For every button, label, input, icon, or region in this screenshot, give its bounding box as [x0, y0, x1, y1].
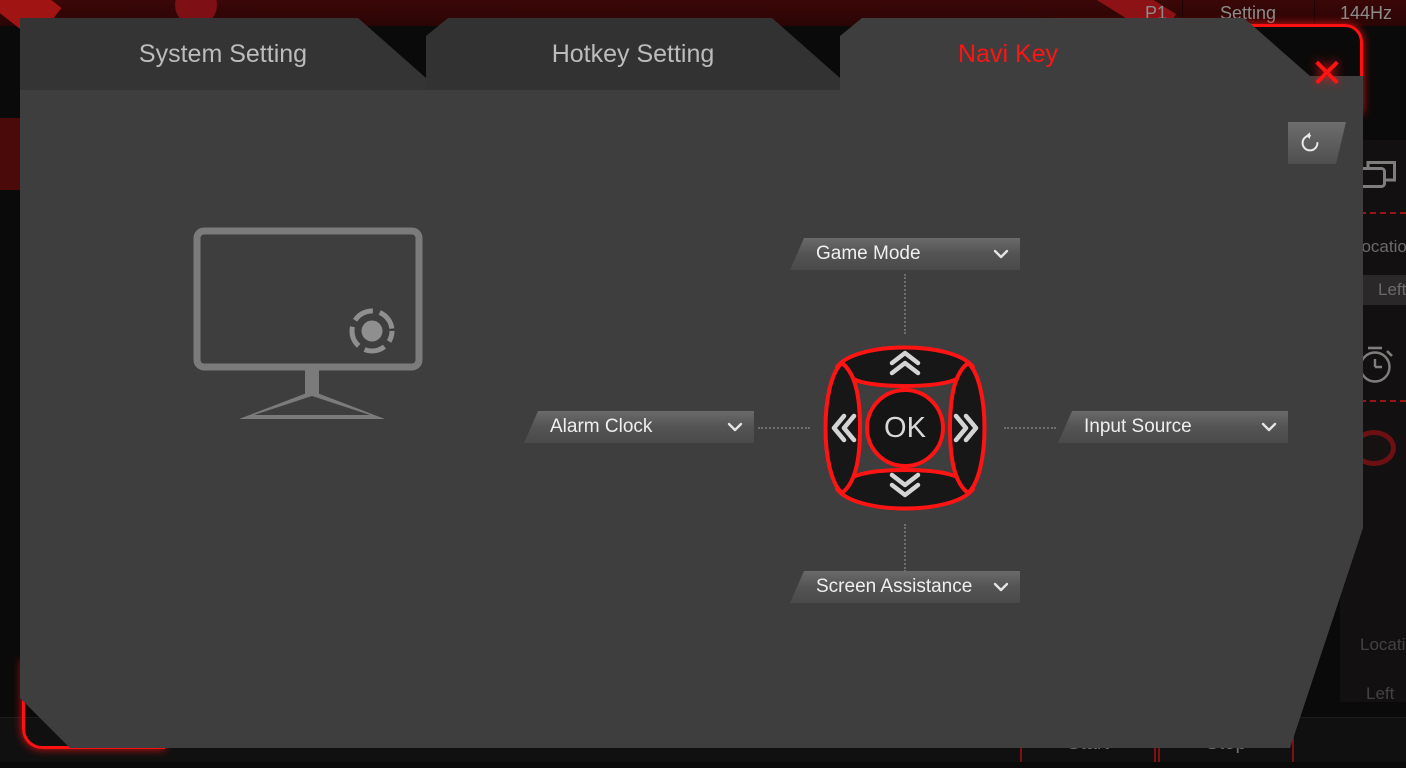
chevron-down-icon — [992, 245, 1010, 263]
navi-key-dialog: System Setting Hotkey Setting Navi Key ✕ — [20, 18, 1363, 748]
monitor-preview — [175, 213, 455, 423]
chevron-down-icon — [726, 418, 744, 436]
navi-up-button[interactable] — [835, 345, 975, 388]
chevron-down-icon — [1260, 418, 1278, 436]
tab-system-setting[interactable]: System Setting — [20, 18, 426, 90]
navi-right-assignment-dropdown[interactable]: Input Source — [1058, 411, 1288, 443]
background-lower-location-label: Location — [1360, 635, 1406, 654]
navi-key-graphic — [823, 345, 987, 511]
navi-key-indicator-icon — [349, 308, 395, 354]
tab-navi-key[interactable]: Navi Key — [840, 18, 1363, 90]
navi-down-assignment-dropdown[interactable]: Screen Assistance — [790, 571, 1020, 603]
background-location-value[interactable]: Left — [1378, 280, 1406, 300]
pip-screen-icon — [1358, 161, 1396, 188]
tab-system-setting-label: System Setting — [138, 39, 308, 68]
navi-right-assignment-value: Input Source — [1084, 416, 1192, 437]
reset-button[interactable] — [1288, 122, 1346, 164]
close-button[interactable]: ✕ — [1305, 52, 1349, 96]
navi-left-button[interactable] — [823, 361, 862, 495]
navi-ok-button[interactable] — [865, 388, 945, 468]
reset-icon — [1301, 132, 1319, 152]
navi-up-assignment-dropdown[interactable]: Game Mode — [790, 238, 1020, 270]
tab-navi-key-label: Navi Key — [958, 39, 1059, 68]
navi-right-button[interactable] — [948, 361, 987, 495]
background-lower-location-value[interactable]: Left — [1366, 684, 1394, 704]
chevron-down-icon — [992, 578, 1010, 596]
navi-key-cluster: OK — [810, 328, 1000, 528]
close-icon: ✕ — [1310, 52, 1344, 96]
navi-up-assignment-value: Game Mode — [816, 243, 921, 264]
tab-hotkey-setting[interactable]: Hotkey Setting — [426, 18, 840, 90]
navi-left-assignment-dropdown[interactable]: Alarm Clock — [524, 411, 754, 443]
dialog-tabbar: System Setting Hotkey Setting Navi Key — [20, 18, 1363, 90]
navi-down-button[interactable] — [835, 468, 975, 511]
navi-down-assignment-value: Screen Assistance — [816, 576, 973, 597]
tab-hotkey-setting-label: Hotkey Setting — [551, 39, 715, 68]
navi-left-assignment-value: Alarm Clock — [550, 416, 653, 437]
monitor-icon — [193, 227, 423, 419]
